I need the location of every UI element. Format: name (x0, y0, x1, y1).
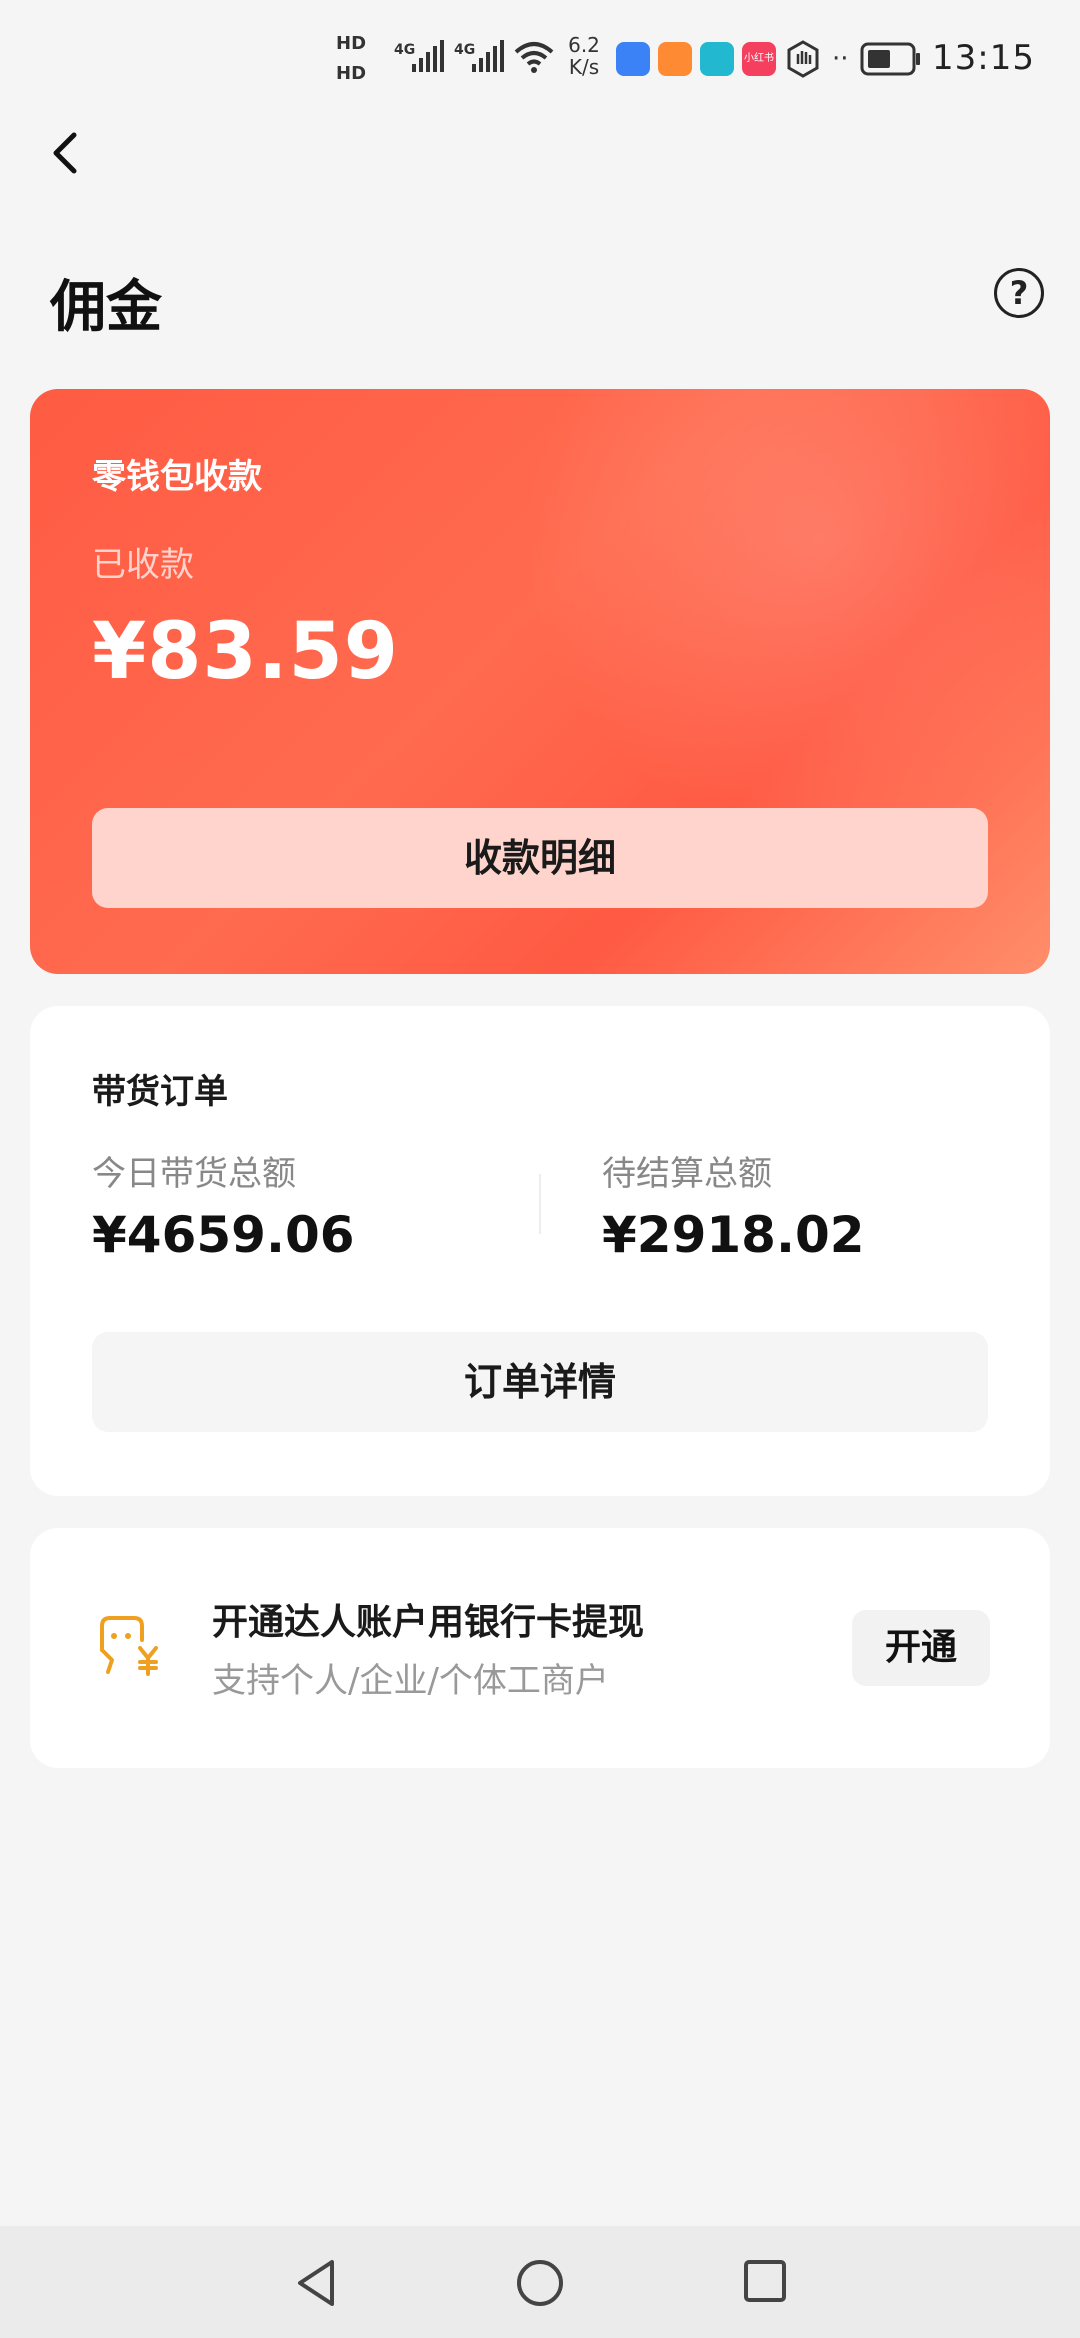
open-account-subtitle: 支持个人/企业/个体工商户 (212, 1661, 609, 1701)
app-notification-icon-2 (658, 42, 692, 76)
open-button[interactable]: 开通 (852, 1610, 990, 1686)
app-notification-icon-3 (700, 42, 734, 76)
hd-indicator-2: HD (336, 63, 367, 84)
received-amount: ¥83.59 (92, 607, 399, 697)
pending-settlement-label: 待结算总额 (602, 1154, 772, 1194)
system-nav-bar (0, 2226, 1080, 2338)
net-speed-unit: K/s (568, 55, 600, 79)
hand-icon (787, 40, 819, 78)
battery-icon (860, 42, 920, 76)
received-label: 已收款 (92, 545, 194, 585)
open-account-title: 开通达人账户用银行卡提现 (212, 1602, 645, 1643)
xiaohongshu-icon: 小红书 (742, 42, 776, 76)
net-speed: 6.2 K/s (560, 34, 608, 78)
more-dots-icon: ·· (832, 44, 849, 74)
orders-card: 带货订单 今日带货总额 ¥4659.06 待结算总额 ¥2918.02 订单详情 (30, 1006, 1050, 1496)
status-bar: HD HD 4G 4G 6.2 K/s 小红书 ·· 13:15 (0, 0, 1080, 120)
today-sales-label: 今日带货总额 (92, 1154, 296, 1194)
page-title: 佣金 (50, 275, 162, 340)
hd-indicator-1: HD (336, 33, 367, 54)
signal-icon-2 (472, 40, 504, 72)
pending-settlement-value: ¥2918.02 (602, 1206, 865, 1264)
wallet-card: 零钱包收款 已收款 ¥83.59 收款明细 (30, 389, 1050, 974)
today-sales-value: ¥4659.06 (92, 1206, 355, 1264)
app-notification-icon-1 (616, 42, 650, 76)
net-speed-value: 6.2 (568, 33, 600, 57)
order-details-button[interactable]: 订单详情 (92, 1332, 988, 1432)
help-icon[interactable]: ? (994, 268, 1044, 318)
divider (539, 1174, 541, 1234)
recents-square-icon[interactable] (742, 2258, 788, 2304)
back-arrow-icon[interactable] (40, 125, 100, 185)
home-circle-icon[interactable] (515, 2258, 565, 2308)
wallet-yuan-icon (100, 1616, 158, 1676)
open-account-card[interactable]: 开通达人账户用银行卡提现 支持个人/企业/个体工商户 开通 (30, 1528, 1050, 1768)
payment-details-button[interactable]: 收款明细 (92, 808, 988, 908)
back-triangle-icon[interactable] (294, 2258, 338, 2308)
clock: 13:15 (932, 38, 1035, 78)
orders-title: 带货订单 (92, 1072, 228, 1112)
wifi-icon (514, 42, 554, 73)
signal-icon-1 (412, 40, 444, 72)
wallet-title: 零钱包收款 (92, 457, 262, 497)
